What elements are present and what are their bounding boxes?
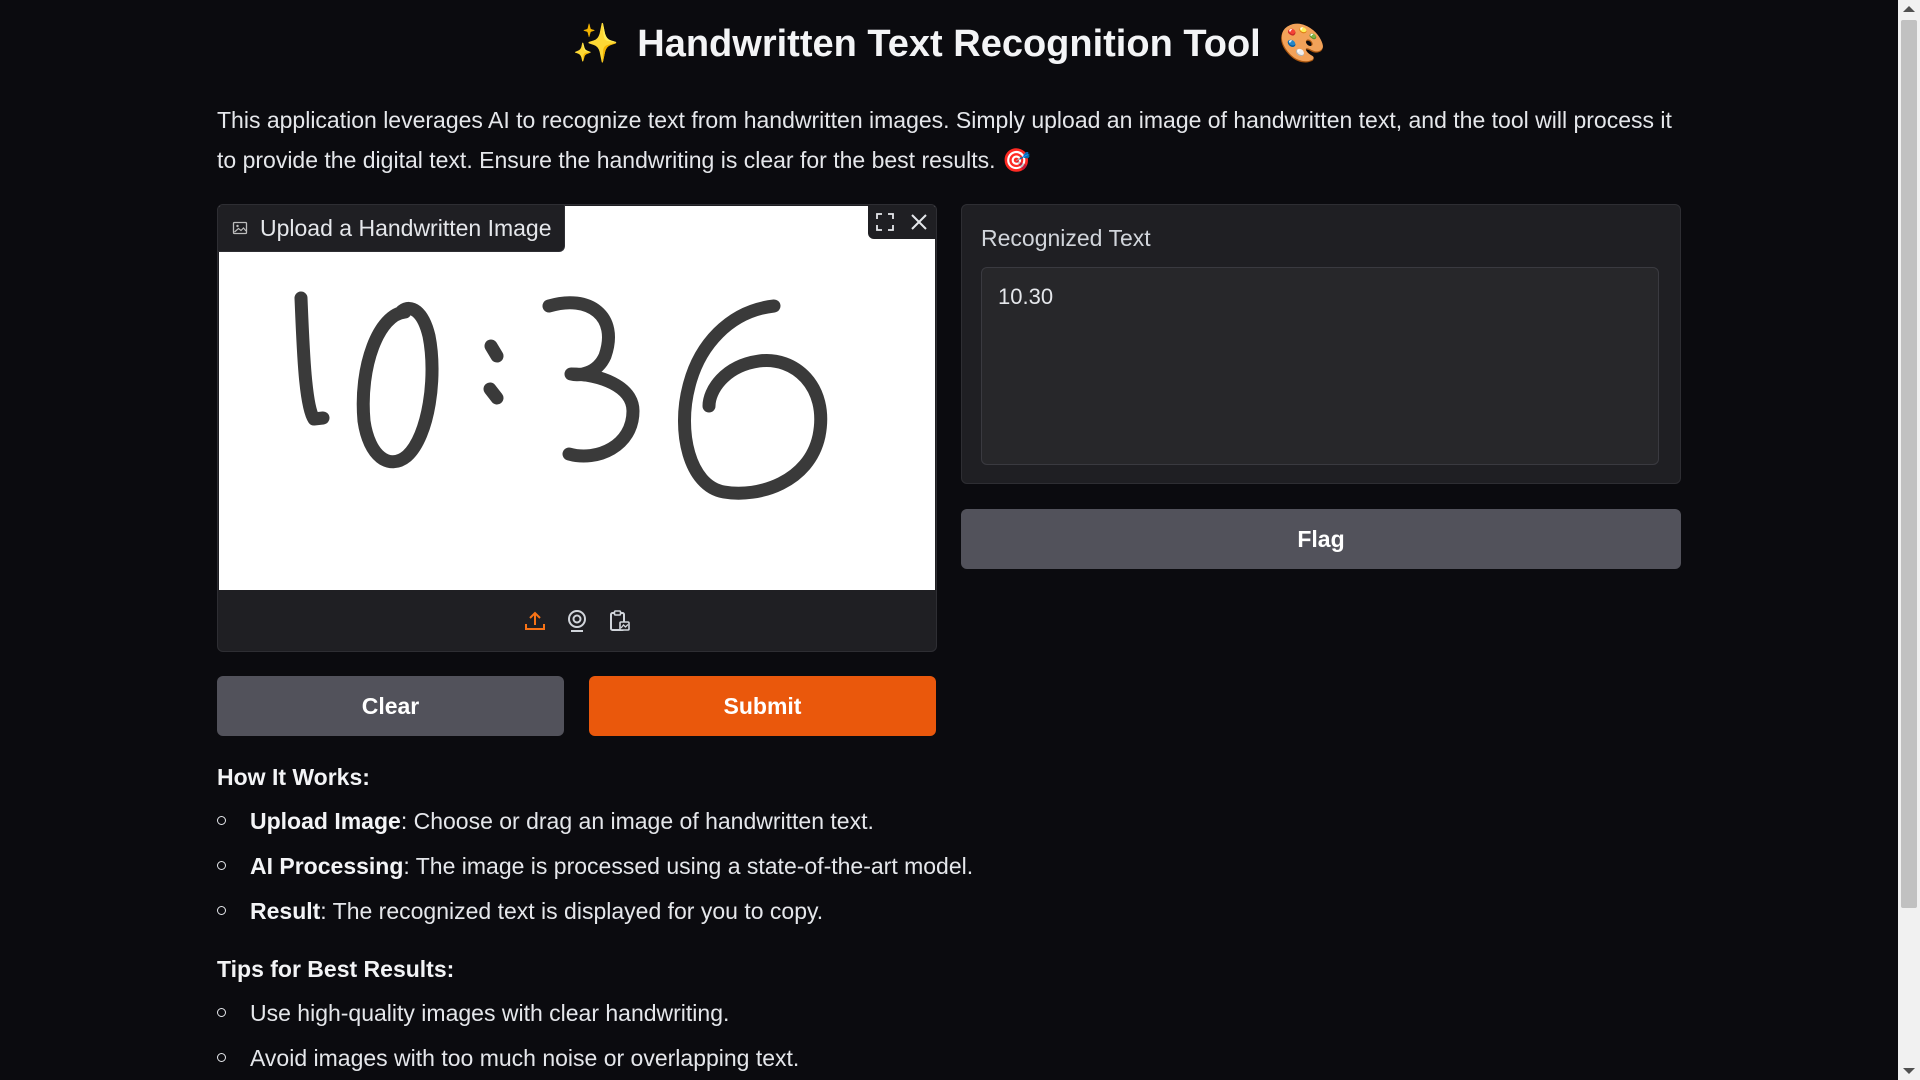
webcam-icon[interactable] — [565, 609, 589, 633]
scroll-thumb[interactable] — [1901, 20, 1917, 908]
fullscreen-icon[interactable] — [875, 212, 895, 232]
upload-label-text: Upload a Handwritten Image — [260, 214, 552, 241]
submit-button[interactable]: Submit — [589, 676, 936, 736]
uploaded-image-canvas[interactable] — [219, 206, 935, 590]
image-upload-panel[interactable]: Upload a Handwritten Image — [217, 204, 937, 652]
flag-button[interactable]: Flag — [961, 509, 1681, 569]
clear-button[interactable]: Clear — [217, 676, 564, 736]
list-item: Result: The recognized text is displayed… — [217, 896, 973, 941]
page-scrollbar[interactable] — [1898, 0, 1920, 1080]
recognized-text-label: Recognized Text — [981, 225, 1151, 251]
upload-label: Upload a Handwritten Image — [218, 205, 565, 252]
how-it-works-heading: How It Works: — [217, 764, 370, 790]
tips-heading: Tips for Best Results: — [217, 956, 455, 982]
image-icon — [232, 215, 248, 242]
scroll-up-icon[interactable] — [1903, 6, 1915, 12]
tips-list: Use high-quality images with clear handw… — [217, 998, 799, 1080]
intro-paragraph: This application leverages AI to recogni… — [217, 100, 1687, 180]
image-toolbar — [868, 205, 936, 239]
recognized-text-panel: Recognized Text 10.30 — [961, 204, 1681, 484]
upload-icon[interactable] — [523, 609, 547, 633]
clipboard-icon[interactable] — [607, 609, 631, 633]
recognized-text-output[interactable]: 10.30 — [981, 267, 1659, 465]
target-emoji: 🎯 — [1001, 147, 1031, 173]
scroll-down-icon[interactable] — [1903, 1068, 1915, 1074]
page-title: ✨ Handwritten Text Recognition Tool 🎨 — [0, 22, 1898, 66]
palette-emoji: 🎨 — [1278, 23, 1327, 65]
page-title-text: Handwritten Text Recognition Tool — [637, 22, 1261, 65]
intro-text: This application leverages AI to recogni… — [217, 107, 1672, 173]
how-it-works-list: Upload Image: Choose or drag an image of… — [217, 806, 973, 941]
handwritten-image — [294, 291, 828, 500]
list-item: Avoid images with too much noise or over… — [217, 1043, 799, 1080]
app-page: ✨ Handwritten Text Recognition Tool 🎨 Th… — [0, 0, 1920, 1080]
source-selector — [218, 591, 936, 651]
list-item: Use high-quality images with clear handw… — [217, 998, 799, 1043]
list-item: Upload Image: Choose or drag an image of… — [217, 806, 973, 851]
sparkles-emoji: ✨ — [571, 23, 620, 65]
close-icon[interactable] — [909, 212, 929, 232]
list-item: AI Processing: The image is processed us… — [217, 851, 973, 896]
